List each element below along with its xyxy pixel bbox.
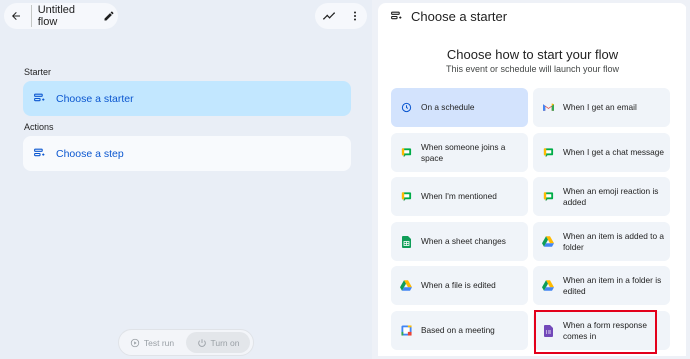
option-when-someone-joins-a-space[interactable]: When someone joins a space bbox=[391, 133, 528, 172]
highlight-box bbox=[534, 310, 657, 354]
panel-header-title: Choose a starter bbox=[411, 9, 508, 24]
option-when-an-item-in-a-folder-is-edited[interactable]: When an item in a folder is edited bbox=[533, 266, 670, 305]
option-when-an-emoji-reaction-is-added[interactable]: When an emoji reaction is added bbox=[533, 177, 670, 216]
starter-list-icon bbox=[391, 11, 402, 20]
drive-icon bbox=[400, 280, 412, 292]
option-label: When a file is edited bbox=[421, 280, 496, 290]
option-label: When an item is added to a folder bbox=[563, 230, 665, 252]
turn-on-button[interactable]: Turn on bbox=[186, 332, 250, 353]
option-label: When someone joins a space bbox=[421, 141, 506, 163]
option-when-i-get-an-email[interactable]: When I get an email bbox=[533, 88, 670, 127]
option-label: When I'm mentioned bbox=[421, 191, 497, 201]
option-when-im-mentioned[interactable]: When I'm mentioned bbox=[391, 177, 528, 216]
chat-icon bbox=[542, 147, 554, 159]
chat-icon bbox=[542, 191, 554, 203]
panel-header: Choose a starter bbox=[390, 9, 507, 24]
activity-button[interactable] bbox=[322, 9, 336, 23]
panel-subtitle: This event or schedule will launch your … bbox=[445, 64, 620, 74]
option-when-i-get-a-chat-message[interactable]: When I get a chat message bbox=[533, 133, 670, 172]
option-when-a-file-is-edited[interactable]: When a file is edited bbox=[391, 266, 528, 305]
starter-section-label: Starter bbox=[24, 67, 52, 77]
choose-starter-card[interactable]: Choose a starter bbox=[23, 81, 351, 116]
panel-title: Choose how to start your flow bbox=[446, 47, 619, 62]
arrow-left-icon bbox=[12, 12, 21, 20]
trending-line-icon bbox=[322, 12, 335, 20]
option-label: When an item in a folder is edited bbox=[563, 274, 662, 296]
power-icon bbox=[197, 338, 206, 347]
option-label: When I get an email bbox=[563, 102, 637, 112]
flow-title[interactable]: Untitled flow bbox=[38, 4, 95, 28]
scrollbar[interactable] bbox=[686, 3, 690, 356]
option-when-an-item-is-added-to-a-folder[interactable]: When an item is added to a folder bbox=[533, 222, 670, 261]
sheets-icon bbox=[400, 235, 412, 248]
gmail-icon bbox=[542, 102, 554, 114]
option-label: On a schedule bbox=[421, 102, 475, 112]
choose-starter-label: Choose a starter bbox=[56, 92, 134, 105]
clock-icon bbox=[400, 102, 412, 114]
back-button[interactable] bbox=[4, 3, 29, 29]
flow-title-bar: Untitled flow bbox=[4, 3, 118, 29]
starter-list-icon bbox=[34, 93, 45, 102]
choose-step-card[interactable]: Choose a step bbox=[23, 136, 351, 171]
actions-section-label: Actions bbox=[24, 122, 54, 132]
turn-on-label: Turn on bbox=[210, 337, 240, 348]
title-divider bbox=[30, 5, 32, 27]
option-when-a-sheet-changes[interactable]: When a sheet changes bbox=[391, 222, 528, 261]
step-list-icon bbox=[34, 148, 45, 157]
edit-title-button[interactable] bbox=[101, 7, 118, 25]
option-label: When a sheet changes bbox=[421, 236, 506, 246]
play-circle-icon bbox=[130, 338, 140, 347]
calendar-icon bbox=[400, 325, 412, 337]
option-label: When I get a chat message bbox=[563, 147, 665, 157]
chat-icon bbox=[400, 191, 412, 203]
option-on-a-schedule[interactable]: On a schedule bbox=[391, 88, 528, 127]
test-run-label: Test run bbox=[143, 337, 175, 348]
option-based-on-a-meeting[interactable]: Based on a meeting bbox=[391, 311, 528, 350]
choose-step-label: Choose a step bbox=[56, 147, 124, 160]
option-label: When an emoji reaction is added bbox=[563, 185, 659, 207]
more-vert-icon bbox=[353, 11, 356, 21]
option-label: Based on a meeting bbox=[421, 325, 495, 335]
drive-icon bbox=[542, 236, 554, 248]
run-controls: Test run Turn on bbox=[118, 329, 254, 356]
flow-editor-pane: Untitled flow Starter Choose a starter A… bbox=[0, 0, 372, 359]
top-actions bbox=[315, 3, 367, 29]
pencil-icon bbox=[104, 11, 114, 21]
drive-icon bbox=[542, 280, 554, 292]
more-options-button[interactable] bbox=[349, 10, 361, 22]
chat-icon bbox=[400, 147, 412, 159]
test-run-button[interactable]: Test run bbox=[122, 332, 182, 353]
